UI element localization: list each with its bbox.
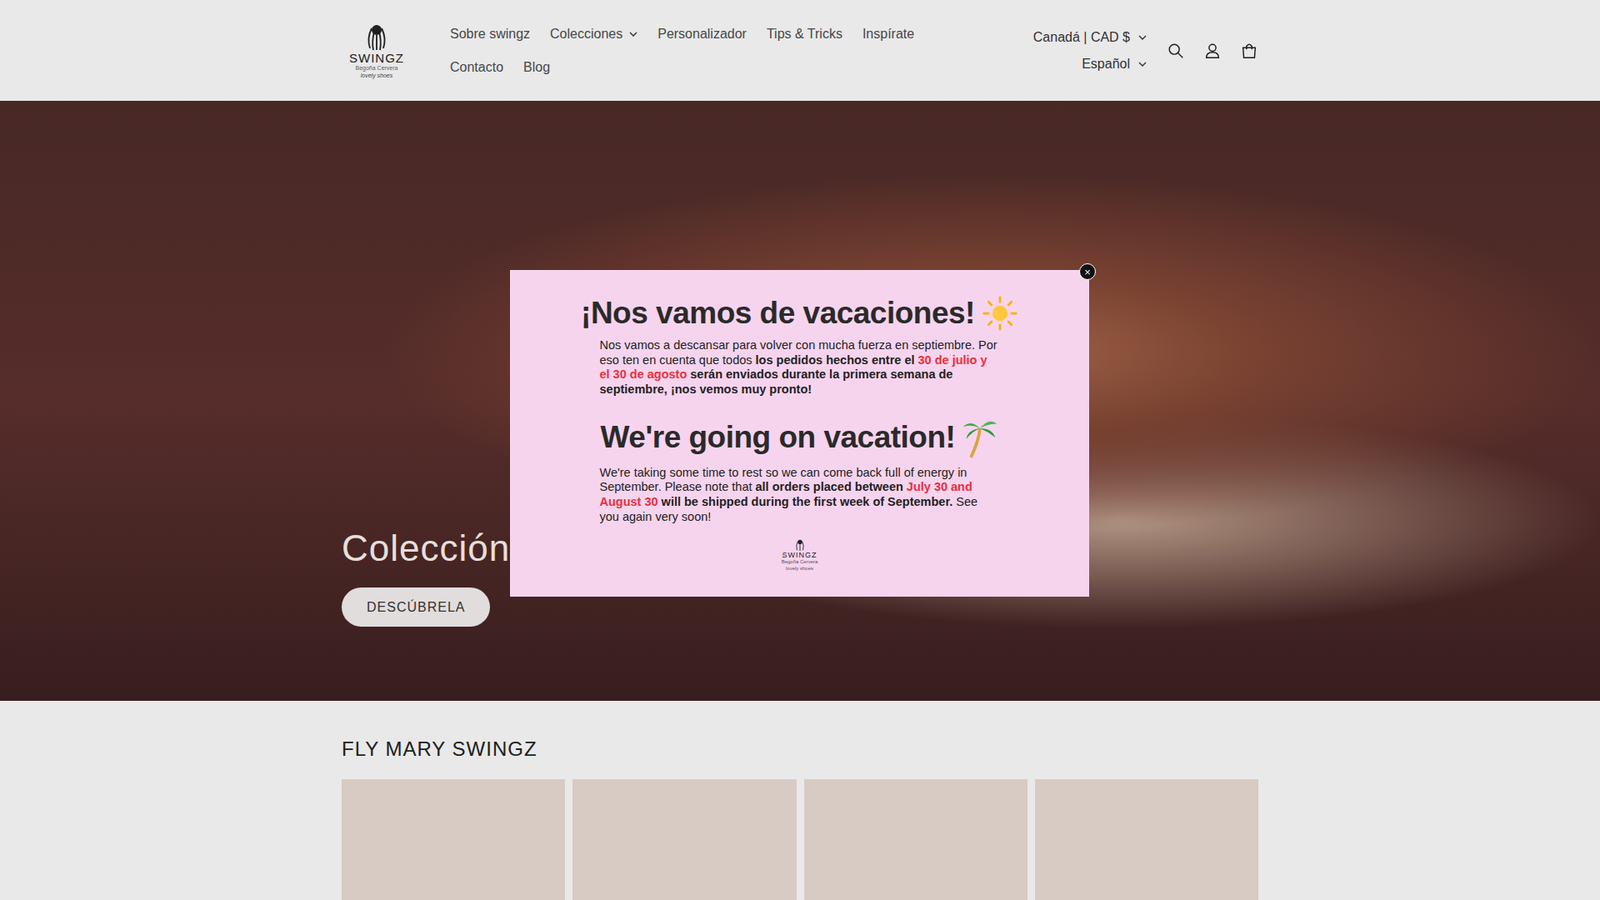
page: SWINGZBegoña Cerveralovely shoesSobre sw… (0, 0, 1600, 900)
notice-section: We're going on vacation! We're taking som… (543, 415, 1056, 525)
notice-heading: We're going on vacation! (600, 420, 956, 455)
notice-heading: ¡Nos vamos de vacaciones! (580, 295, 975, 331)
close-button[interactable]: × (1079, 263, 1096, 280)
popup-logo: SWINGZBegoña Cerveralovely shoes (543, 538, 1056, 572)
notice-text: Nos vamos a descansar para volver con mu… (600, 338, 1000, 398)
modal-overlay: × ¡Nos vamos de vacaciones! Nos vamos a de… (0, 0, 1600, 900)
sun-icon (981, 295, 1019, 332)
notice-text: We're taking some time to rest so we can… (600, 465, 1000, 525)
notice-section: ¡Nos vamos de vacaciones! Nos vamos a des… (543, 295, 1056, 398)
vacation-popup: ×¡Nos vamos de vacaciones!Nos vamos a de… (510, 270, 1090, 597)
palm-tree-icon (961, 415, 999, 460)
logo-figure-icon (792, 538, 808, 552)
